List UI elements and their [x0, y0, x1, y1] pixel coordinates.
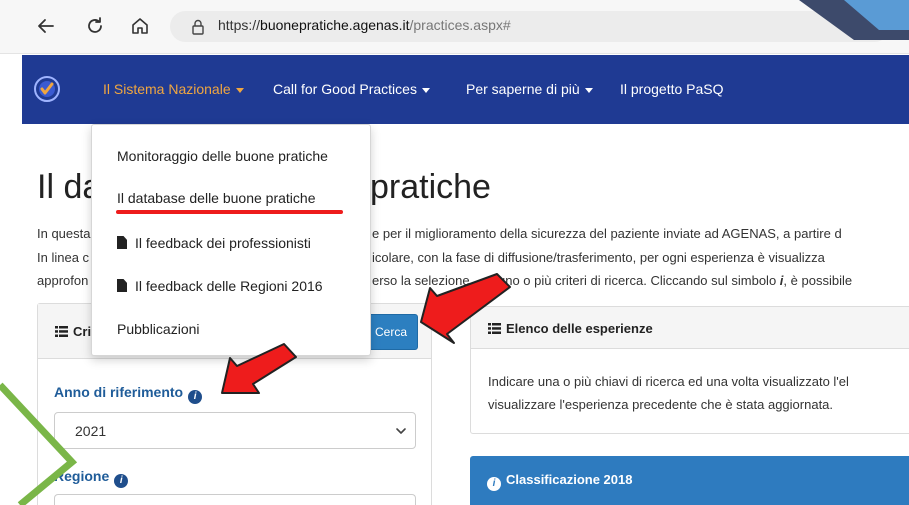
- intro-fragment: uno o più criteri di ricerca. Cliccando …: [498, 273, 780, 288]
- intro-line-3-right: erso la selezione: [372, 273, 470, 288]
- intro-line-1-right: e per il miglioramento della sicurezza d…: [372, 226, 842, 241]
- info-icon[interactable]: i: [114, 474, 129, 488]
- dropdown-item-pubblicazioni[interactable]: Pubblicazioni: [117, 321, 200, 337]
- dropdown-item-feedback-regioni[interactable]: Il feedback delle Regioni 2016: [117, 278, 323, 294]
- list-icon: [55, 326, 68, 337]
- anno-label: Anno di riferimento i: [54, 384, 203, 404]
- sistema-nazionale-dropdown: Monitoraggio delle buone pratiche Il dat…: [91, 124, 371, 356]
- intro-fragment: erso la selezione: [372, 273, 470, 288]
- panel-header-text: Cri: [55, 324, 91, 339]
- nav-il-sistema-nazionale[interactable]: Il Sistema Nazionale: [103, 81, 244, 97]
- dropdown-item-monitoraggio[interactable]: Monitoraggio delle buone pratiche: [117, 148, 328, 164]
- dropdown-item-database[interactable]: Il database delle buone pratiche: [117, 190, 315, 206]
- list-icon: [488, 323, 501, 334]
- anno-label-text: Anno di riferimento: [54, 384, 184, 400]
- back-arrow-icon[interactable]: [34, 14, 58, 38]
- regione-label-text: Regione: [54, 468, 110, 484]
- agenas-logo-icon[interactable]: [33, 75, 61, 103]
- document-icon: [117, 236, 127, 249]
- browser-toolbar: https://buonepratiche.agenas.it/practice…: [0, 0, 909, 54]
- url-prefix: https://: [218, 17, 261, 33]
- lock-icon[interactable]: [186, 15, 210, 39]
- nav-il-progetto-pasq[interactable]: Il progetto PaSQ: [620, 81, 724, 97]
- regione-label: Regione i: [54, 468, 129, 488]
- red-underline-annotation: [116, 210, 343, 214]
- intro-line-2-right: icolare, con la fase di diffusione/trasf…: [372, 250, 825, 265]
- site-navbar: Il Sistema Nazionale Call for Good Pract…: [22, 55, 909, 124]
- nav-label: Il Sistema Nazionale: [103, 81, 231, 97]
- dropdown-item-label: Il feedback dei professionisti: [135, 235, 311, 251]
- anno-select[interactable]: 2021: [54, 412, 416, 449]
- page-title-part: pratiche: [370, 168, 491, 206]
- decorative-shape: [799, 0, 909, 40]
- intro-line-3-rest: uno o più criteri di ricerca. Cliccando …: [498, 273, 852, 288]
- caret-down-icon: [235, 87, 244, 93]
- dropdown-item-label: Il feedback delle Regioni 2016: [135, 278, 323, 294]
- url-text: https://buonepratiche.agenas.it/practice…: [218, 17, 511, 33]
- classificazione-header: i Classificazione 2018: [487, 472, 632, 491]
- chevron-down-icon: [396, 428, 406, 434]
- regione-select[interactable]: [54, 494, 416, 505]
- url-path: /practices.aspx#: [409, 17, 511, 33]
- home-icon[interactable]: [128, 14, 152, 38]
- caret-down-icon: [584, 87, 593, 93]
- intro-line-2-left: In linea c: [37, 250, 90, 265]
- nav-call-for-good-practices[interactable]: Call for Good Practices: [273, 81, 430, 97]
- nav-per-saperne-di-piu[interactable]: Per saperne di più: [466, 81, 593, 97]
- dropdown-item-feedback-professionisti[interactable]: Il feedback dei professionisti: [117, 235, 311, 251]
- panel-header-label: Cri: [73, 324, 92, 339]
- classificazione-label: Classificazione 2018: [506, 472, 633, 487]
- intro-line-1-left: In questa: [37, 226, 91, 241]
- panel-header: Elenco delle esperienze: [471, 307, 909, 349]
- panel-header-label: Elenco delle esperienze: [506, 321, 653, 336]
- nav-label: Per saperne di più: [466, 81, 580, 97]
- panel-body-line-1: Indicare una o più chiavi di ricerca ed …: [488, 374, 849, 389]
- nav-label: Call for Good Practices: [273, 81, 417, 97]
- intro-fragment: , è possibile: [783, 273, 853, 288]
- screenshot: { "browser": { "url_prefix": "https://",…: [0, 0, 909, 505]
- caret-down-icon: [421, 87, 430, 93]
- info-icon: i: [487, 477, 501, 491]
- info-icon[interactable]: i: [188, 390, 203, 404]
- elenco-esperienze-panel: Elenco delle esperienze Indicare una o p…: [470, 306, 909, 434]
- document-icon: [117, 279, 127, 292]
- reload-icon[interactable]: [83, 14, 107, 38]
- classificazione-panel[interactable]: i Classificazione 2018: [470, 456, 909, 505]
- panel-header-text: Elenco delle esperienze: [488, 321, 653, 336]
- cerca-button[interactable]: Cerca: [364, 314, 418, 350]
- anno-select-value: 2021: [75, 423, 107, 439]
- panel-body-line-2: visualizzare l'esperienza precedente che…: [488, 397, 834, 412]
- url-domain: buonepratiche.agenas.it: [260, 17, 410, 33]
- intro-line-3-left: approfon: [37, 273, 89, 288]
